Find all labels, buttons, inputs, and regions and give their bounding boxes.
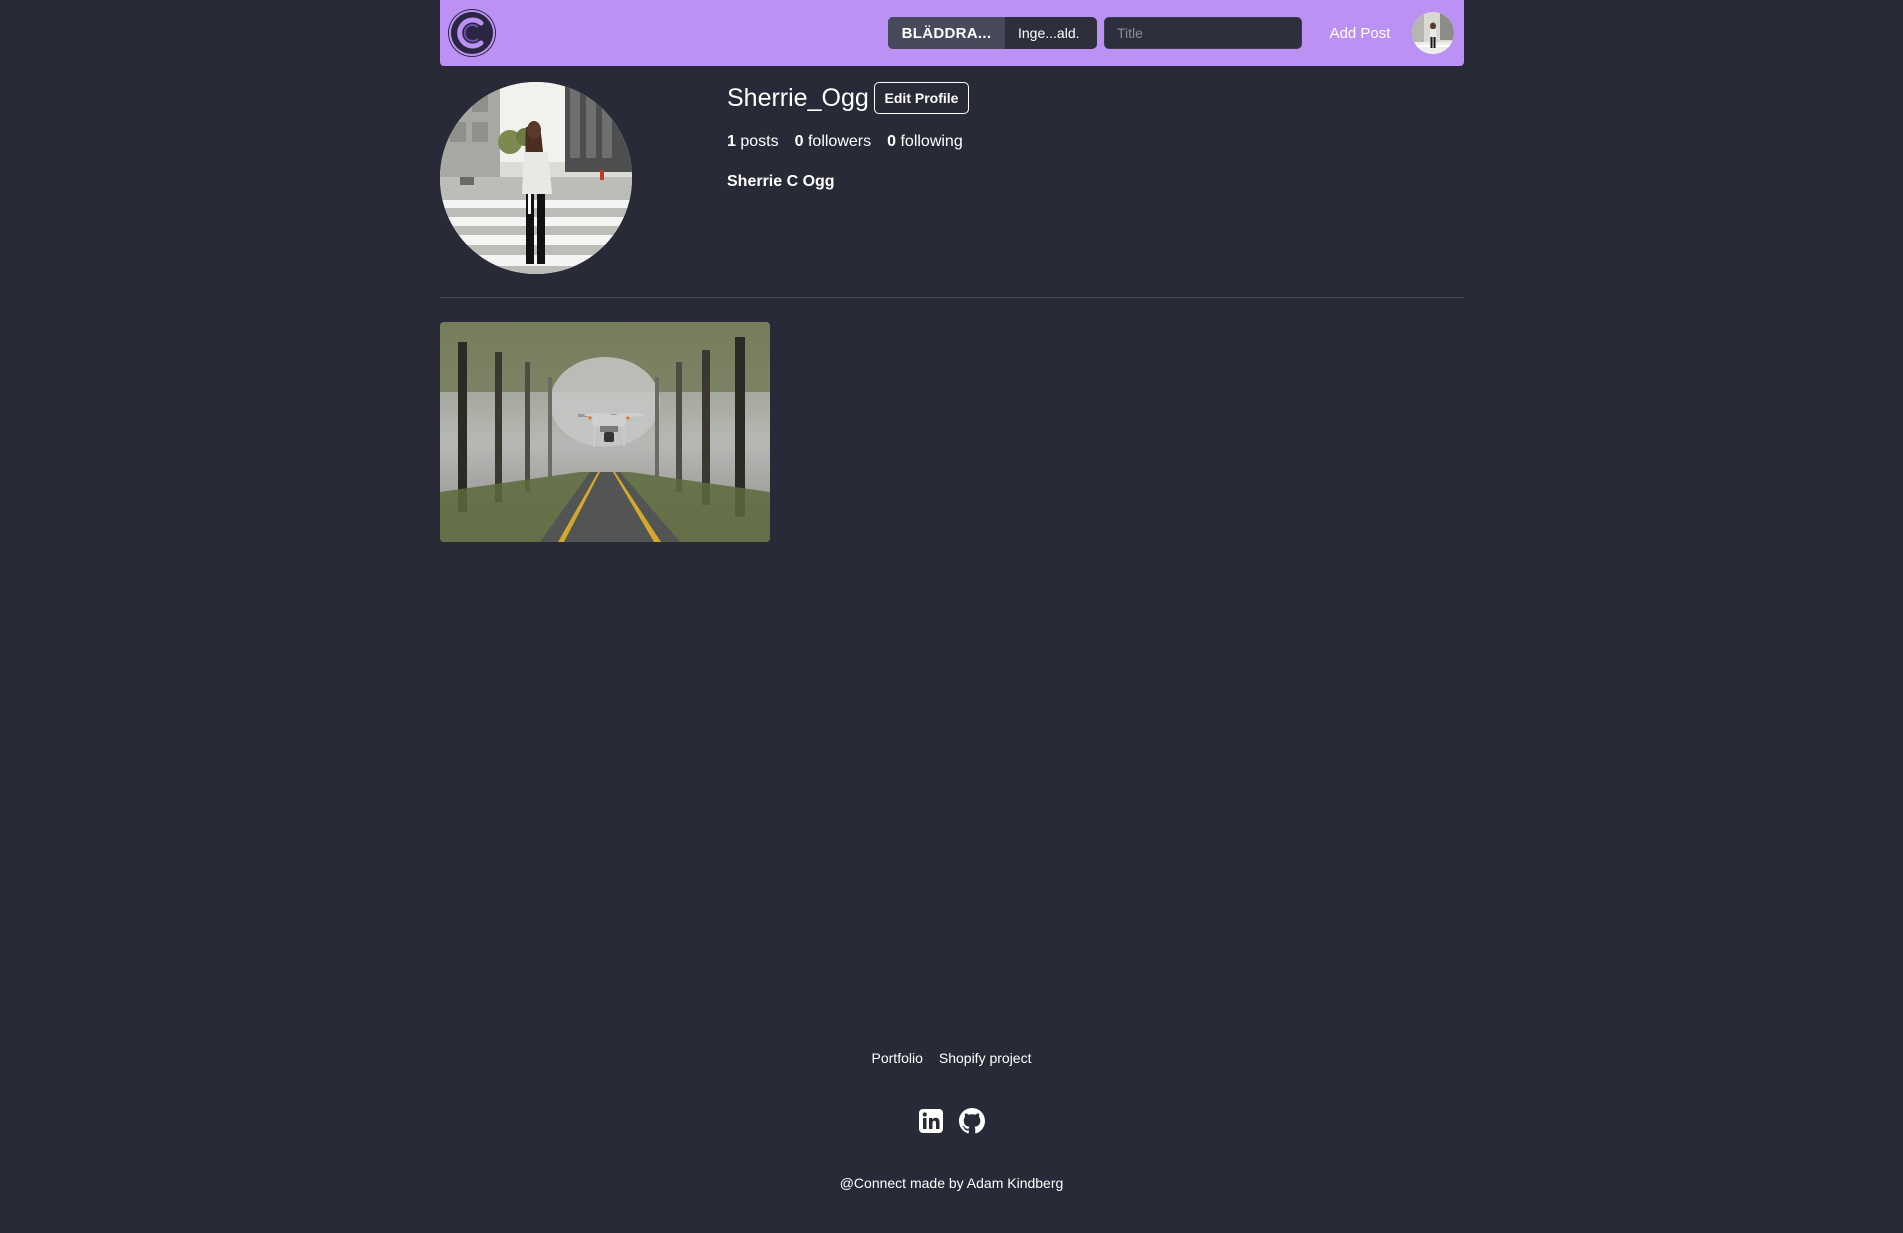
footer-copyright: @Connect made by Adam Kindberg <box>839 1175 1064 1191</box>
portfolio-link[interactable]: Portfolio <box>872 1050 923 1066</box>
post-title-input[interactable] <box>1104 17 1302 49</box>
posts-count: 1 <box>727 133 736 150</box>
navbar: BLÄDDRA... Inge...ald. Add Post <box>440 0 1464 66</box>
linkedin-icon[interactable] <box>918 1108 944 1134</box>
user-avatar[interactable] <box>1412 12 1454 54</box>
following-label: following <box>900 133 963 150</box>
browse-button[interactable]: BLÄDDRA... <box>888 17 1005 49</box>
divider <box>440 297 1464 298</box>
github-icon[interactable] <box>959 1108 985 1134</box>
followers-count: 0 <box>794 133 804 150</box>
page: BLÄDDRA... Inge...ald. Add Post <box>0 0 1903 1233</box>
followers-stat[interactable]: 0 followers <box>795 133 872 151</box>
shopify-project-link[interactable]: Shopify project <box>939 1050 1032 1066</box>
following-stat[interactable]: 0 following <box>887 133 963 151</box>
connect-logo-icon[interactable] <box>448 9 496 57</box>
social-links <box>0 1108 1903 1134</box>
followers-label: followers <box>807 133 872 150</box>
profile-stats: 1 posts 0 followers 0 following <box>727 133 963 151</box>
footer-links: Portfolio Shopify project <box>0 1050 1903 1066</box>
post-thumbnail[interactable] <box>440 322 770 542</box>
file-upload[interactable]: BLÄDDRA... Inge...ald. <box>888 17 1097 49</box>
profile-username: Sherrie_Ogg <box>727 84 869 112</box>
posts-label: posts <box>740 133 779 150</box>
posts-stat: 1 posts <box>727 133 779 151</box>
following-count: 0 <box>887 133 897 150</box>
profile-full-name: Sherrie C Ogg <box>727 173 835 190</box>
add-post-button[interactable]: Add Post <box>1320 17 1400 49</box>
selected-file-name: Inge...ald. <box>1018 25 1080 41</box>
edit-profile-button[interactable]: Edit Profile <box>874 82 969 114</box>
profile-picture <box>440 82 632 274</box>
